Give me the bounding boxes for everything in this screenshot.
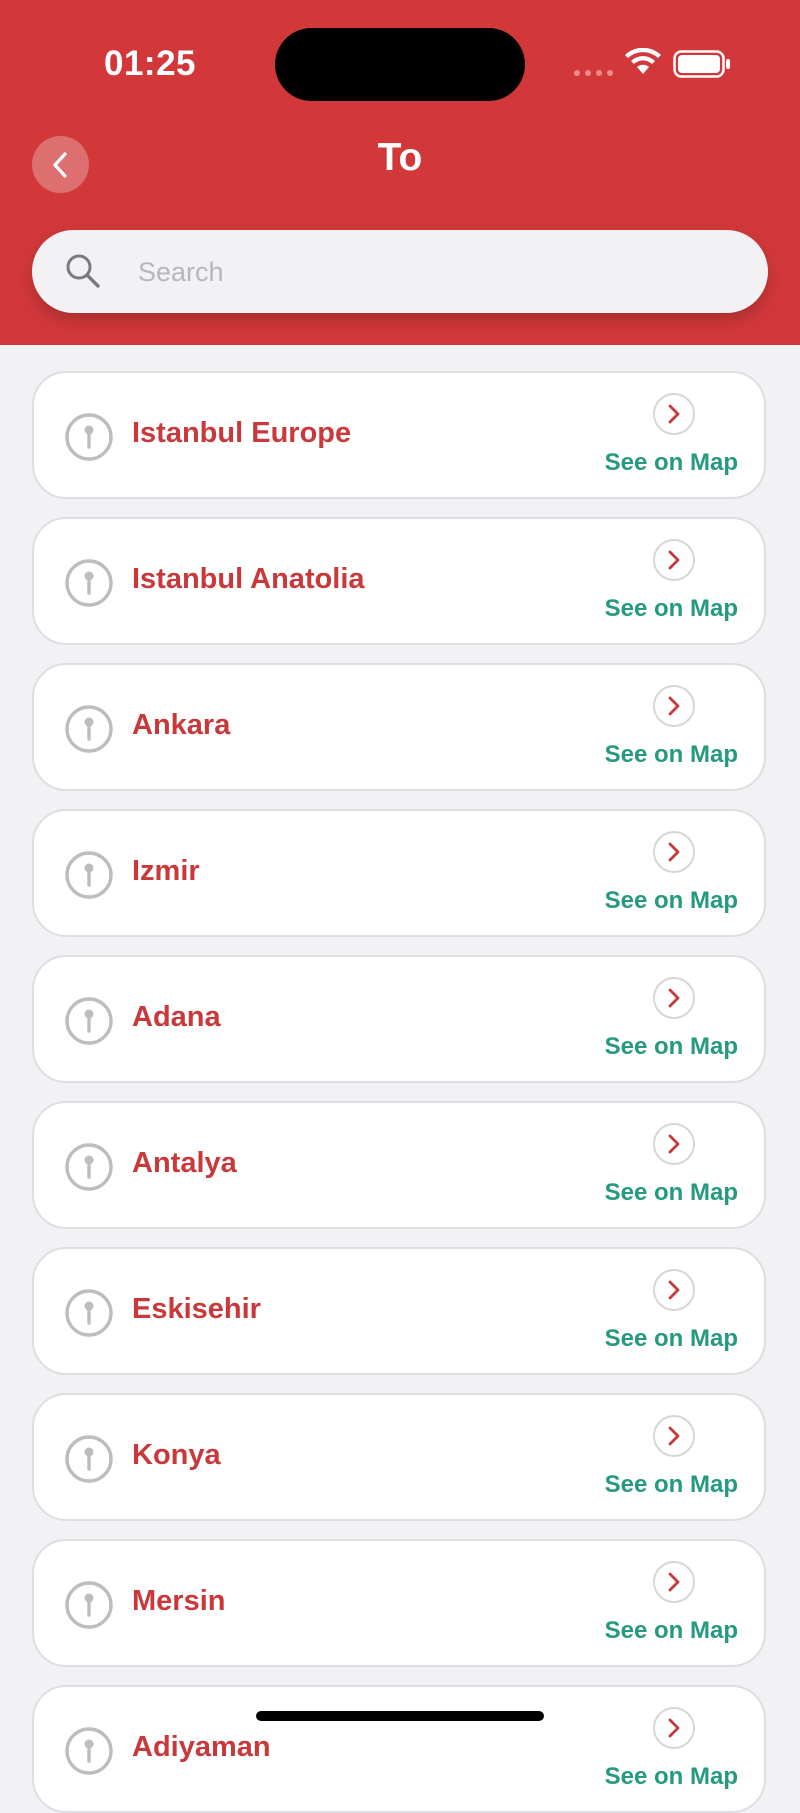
- city-list-item[interactable]: Eskisehir See on Map: [32, 1247, 766, 1375]
- status-time: 01:25: [104, 44, 197, 83]
- city-list-item[interactable]: Mersin See on Map: [32, 1539, 766, 1667]
- pin-icon: [65, 705, 113, 753]
- city-list-item[interactable]: Antalya See on Map: [32, 1101, 766, 1229]
- chevron-button[interactable]: [653, 1707, 695, 1749]
- see-on-map-link[interactable]: See on Map: [605, 887, 738, 915]
- city-list-item[interactable]: Istanbul Europe See on Map: [32, 371, 766, 499]
- city-name: Mersin: [132, 1585, 226, 1617]
- chevron-button[interactable]: [653, 1561, 695, 1603]
- pin-icon: [65, 997, 113, 1045]
- search-icon: [66, 254, 100, 288]
- see-on-map-link[interactable]: See on Map: [605, 1471, 738, 1499]
- chevron-button[interactable]: [653, 977, 695, 1019]
- city-name: Adana: [132, 1001, 221, 1033]
- chevron-right-icon: [668, 1280, 680, 1300]
- chevron-right-icon: [668, 1134, 680, 1154]
- city-list-item[interactable]: Ankara See on Map: [32, 663, 766, 791]
- chevron-right-icon: [668, 842, 680, 862]
- see-on-map-link[interactable]: See on Map: [605, 1763, 738, 1791]
- see-on-map-link[interactable]: See on Map: [605, 449, 738, 477]
- city-name: Konya: [132, 1439, 221, 1471]
- chevron-button[interactable]: [653, 831, 695, 873]
- city-name: Istanbul Europe: [132, 417, 352, 449]
- pin-icon: [65, 1143, 113, 1191]
- chevron-button[interactable]: [653, 685, 695, 727]
- chevron-button[interactable]: [653, 1269, 695, 1311]
- chevron-right-icon: [668, 1718, 680, 1738]
- city-name: Eskisehir: [132, 1293, 261, 1325]
- search-bar[interactable]: [32, 230, 768, 313]
- city-name: Istanbul Anatolia: [132, 563, 365, 595]
- home-indicator: [256, 1711, 544, 1721]
- city-name: Izmir: [132, 855, 200, 887]
- cellular-signal-icon: [574, 70, 613, 76]
- city-list-item[interactable]: Adana See on Map: [32, 955, 766, 1083]
- chevron-button[interactable]: [653, 1123, 695, 1165]
- see-on-map-link[interactable]: See on Map: [605, 1179, 738, 1207]
- pin-icon: [65, 1289, 113, 1337]
- city-list-item[interactable]: Istanbul Anatolia See on Map: [32, 517, 766, 645]
- dynamic-island: [275, 28, 525, 101]
- city-list-item[interactable]: Izmir See on Map: [32, 809, 766, 937]
- city-name: Antalya: [132, 1147, 237, 1179]
- battery-icon: [673, 50, 730, 78]
- see-on-map-link[interactable]: See on Map: [605, 1325, 738, 1353]
- pin-icon: [65, 1727, 113, 1775]
- chevron-right-icon: [668, 550, 680, 570]
- pin-icon: [65, 559, 113, 607]
- see-on-map-link[interactable]: See on Map: [605, 1617, 738, 1645]
- pin-icon: [65, 1581, 113, 1629]
- city-name: Ankara: [132, 709, 231, 741]
- wifi-icon: [625, 48, 661, 74]
- header: 01:25 To: [0, 0, 800, 345]
- search-input[interactable]: [136, 246, 740, 298]
- chevron-button[interactable]: [653, 1415, 695, 1457]
- city-name: Adiyaman: [132, 1731, 271, 1763]
- city-list-item[interactable]: Konya See on Map: [32, 1393, 766, 1521]
- pin-icon: [65, 413, 113, 461]
- city-list-item[interactable]: Adiyaman See on Map: [32, 1685, 766, 1813]
- page-title: To: [377, 136, 423, 179]
- chevron-button[interactable]: [653, 393, 695, 435]
- chevron-right-icon: [668, 988, 680, 1008]
- chevron-button[interactable]: [653, 539, 695, 581]
- chevron-right-icon: [668, 696, 680, 716]
- pin-icon: [65, 1435, 113, 1483]
- chevron-right-icon: [668, 404, 680, 424]
- see-on-map-link[interactable]: See on Map: [605, 595, 738, 623]
- see-on-map-link[interactable]: See on Map: [605, 741, 738, 769]
- chevron-right-icon: [668, 1572, 680, 1592]
- chevron-right-icon: [668, 1426, 680, 1446]
- see-on-map-link[interactable]: See on Map: [605, 1033, 738, 1061]
- pin-icon: [65, 851, 113, 899]
